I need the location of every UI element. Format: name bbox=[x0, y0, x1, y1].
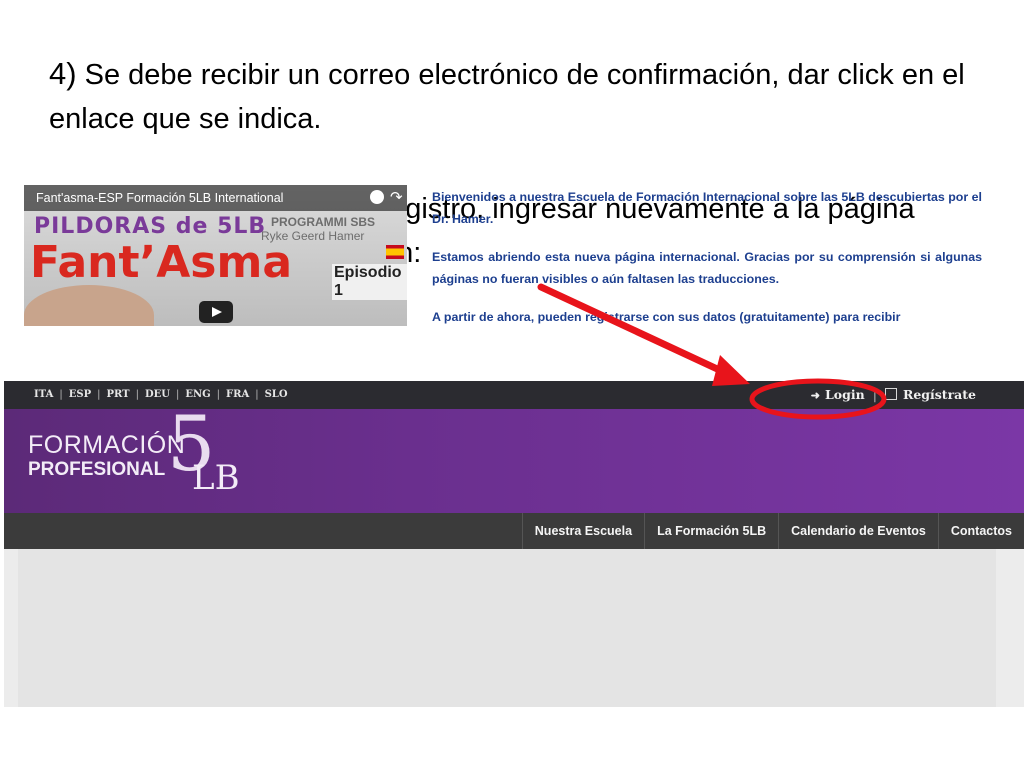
welcome-paragraph-1: Bienvenidos a nuestra Escuela de Formaci… bbox=[432, 190, 982, 226]
welcome-paragraph-2: Estamos abriendo esta nueva página inter… bbox=[432, 250, 982, 286]
step-4-number: 4) bbox=[49, 56, 77, 91]
video-episode: Episodio 1 bbox=[332, 264, 407, 300]
lang-slo[interactable]: SLO bbox=[263, 389, 290, 400]
step-4-instruction: 4) Se debe recibir un correo electrónico… bbox=[49, 52, 989, 141]
sign-in-icon: ➜ bbox=[810, 389, 820, 402]
welcome-paragraph-3: A partir de ahora, pueden registrarse co… bbox=[432, 310, 901, 324]
login-link[interactable]: ➜ Login bbox=[811, 387, 865, 402]
play-button[interactable] bbox=[199, 301, 233, 323]
lang-fra[interactable]: FRA bbox=[224, 389, 251, 400]
logo-mark-letters: LB bbox=[192, 458, 240, 498]
video-title[interactable]: Fant'asma-ESP Formación 5LB Internationa… bbox=[36, 191, 283, 205]
video-headline: PILDORAS de 5LB bbox=[34, 214, 267, 239]
video-programmi: PROGRAMMI SBS bbox=[271, 215, 376, 229]
nav-calendario[interactable]: Calendario de Eventos bbox=[778, 513, 938, 549]
welcome-text: Bienvenidos a nuestra Escuela de Formaci… bbox=[432, 186, 982, 344]
register-label: Regístrate bbox=[902, 387, 976, 402]
lang-prt[interactable]: PRT bbox=[104, 389, 131, 400]
logo-line-2: PROFESIONAL bbox=[28, 459, 166, 480]
share-icon[interactable]: ↷ bbox=[390, 188, 403, 206]
edit-icon bbox=[884, 388, 897, 400]
logo-line-1: FORMACIÓN bbox=[28, 431, 186, 459]
register-link[interactable]: Regístrate bbox=[884, 387, 976, 402]
lang-ita[interactable]: ITA bbox=[32, 389, 55, 400]
language-selector: ITA | ESP | PRT | DEU | ENG | FRA | SLO bbox=[32, 389, 290, 400]
content-panel bbox=[18, 549, 996, 707]
auth-links: ➜ Login | Regístrate bbox=[810, 387, 976, 402]
content-area bbox=[4, 549, 1024, 707]
website-screenshot: ITA | ESP | PRT | DEU | ENG | FRA | SLO ➜ Login | Regís… bbox=[4, 381, 1024, 707]
video-embed[interactable]: PILDORAS de 5LB PROGRAMMI SBS Ryke Geerd… bbox=[24, 185, 407, 326]
spain-flag-icon bbox=[386, 245, 404, 259]
nav-contactos[interactable]: Contactos bbox=[937, 513, 1024, 549]
step-4-text: Se debe recibir un correo electrónico de… bbox=[49, 59, 965, 135]
nav-la-formacion[interactable]: La Formación 5LB bbox=[644, 513, 778, 549]
main-nav: Nuestra Escuela La Formación 5LB Calenda… bbox=[4, 513, 1024, 549]
login-label: Login bbox=[825, 387, 865, 402]
video-big-title: Fant’Asma bbox=[30, 237, 293, 288]
watch-later-icon[interactable] bbox=[370, 190, 384, 204]
lang-esp[interactable]: ESP bbox=[67, 389, 93, 400]
nav-nuestra-escuela[interactable]: Nuestra Escuela bbox=[521, 513, 644, 549]
top-bar: ITA | ESP | PRT | DEU | ENG | FRA | SLO ➜ Login | Regís… bbox=[4, 381, 1024, 409]
